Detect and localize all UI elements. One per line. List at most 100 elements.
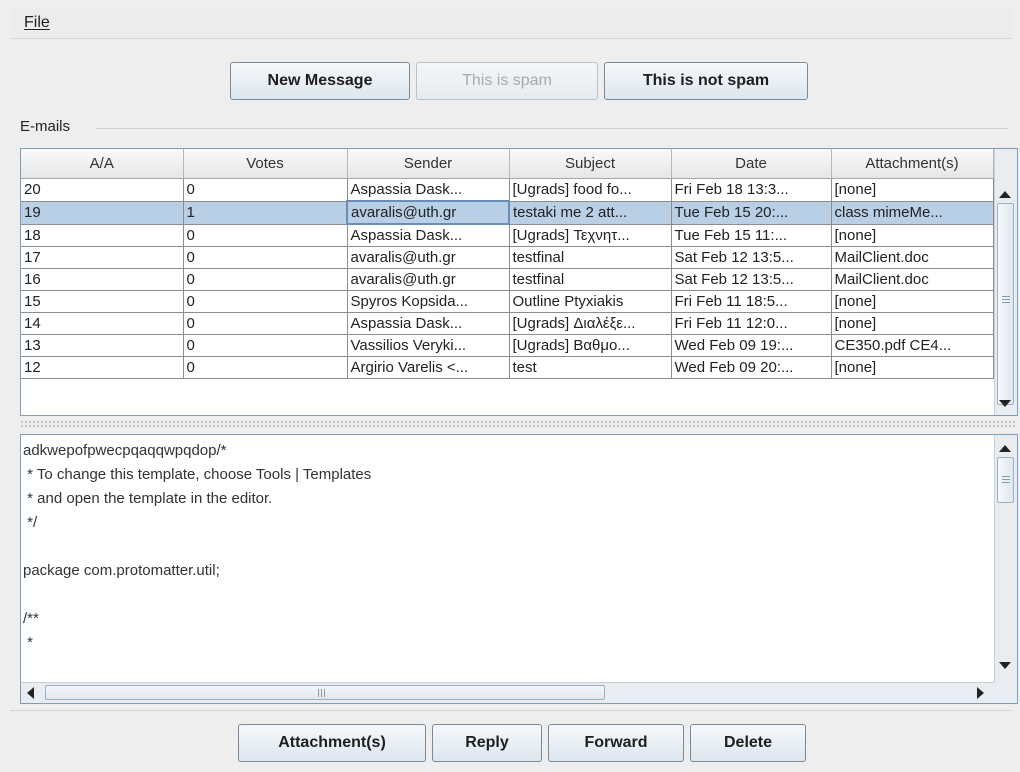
- table-row[interactable]: 18 0 Aspassia Dask... [Ugrads] Τεχνητ...…: [21, 224, 994, 247]
- column-header-attachments[interactable]: Attachment(s): [831, 149, 994, 179]
- body-horizontal-scrollbar[interactable]: [21, 682, 995, 703]
- cell-date: Fri Feb 18 13:3...: [671, 178, 832, 202]
- message-line: *: [23, 634, 34, 651]
- scroll-right-arrow-icon[interactable]: [977, 687, 984, 699]
- message-line: adkwepofpwecpqaqqwpqdop/*: [23, 442, 227, 459]
- message-body-text[interactable]: adkwepofpwecpqaqqwpqdop/* * To change th…: [23, 439, 371, 655]
- cell-sender: Spyros Kopsida...: [347, 290, 510, 313]
- cell-aa: 13: [21, 334, 184, 357]
- cell-votes: 0: [183, 268, 348, 291]
- cell-sender: avaralis@uth.gr: [346, 200, 510, 225]
- cell-subject: [Ugrads] food fo...: [509, 178, 672, 202]
- cell-sender: Aspassia Dask...: [347, 224, 510, 247]
- cell-attachments: [none]: [831, 356, 994, 379]
- reply-button[interactable]: Reply: [432, 724, 542, 762]
- scroll-up-arrow-icon[interactable]: [999, 445, 1011, 452]
- cell-aa: 15: [21, 290, 184, 313]
- table-row[interactable]: 15 0 Spyros Kopsida... Outline Ptyxiakis…: [21, 290, 994, 313]
- table-row[interactable]: 20 0 Aspassia Dask... [Ugrads] food fo..…: [21, 178, 994, 202]
- cell-date: Sat Feb 12 13:5...: [671, 246, 832, 269]
- cell-subject: [Ugrads] Διαλέξε...: [509, 312, 672, 335]
- cell-votes: 0: [183, 224, 348, 247]
- cell-sender: avaralis@uth.gr: [347, 246, 510, 269]
- cell-votes: 0: [183, 356, 348, 379]
- cell-votes: 0: [183, 312, 348, 335]
- message-line: * To change this template, choose Tools …: [23, 466, 372, 483]
- scroll-thumb[interactable]: [997, 203, 1014, 405]
- column-header-sender[interactable]: Sender: [347, 149, 510, 179]
- cell-subject: [Ugrads] Τεχνητ...: [509, 224, 672, 247]
- this-is-spam-button: This is spam: [416, 62, 598, 100]
- cell-votes: 1: [183, 201, 348, 225]
- attachments-button[interactable]: Attachment(s): [238, 724, 426, 762]
- scroll-thumb[interactable]: [997, 457, 1014, 503]
- message-line: [23, 583, 371, 607]
- message-line: */: [23, 514, 38, 531]
- message-line: * and open the template in the editor.: [23, 490, 273, 507]
- scroll-left-arrow-icon[interactable]: [27, 687, 34, 699]
- column-header-votes[interactable]: Votes: [183, 149, 348, 179]
- message-line: [23, 535, 371, 559]
- cell-votes: 0: [183, 178, 348, 202]
- cell-date: Fri Feb 11 18:5...: [671, 290, 832, 313]
- emails-table: A/A Votes Sender Subject Date Attachment…: [21, 149, 994, 379]
- cell-date: Tue Feb 15 11:...: [671, 224, 832, 247]
- cell-subject: test: [509, 356, 672, 379]
- cell-aa: 14: [21, 312, 184, 335]
- table-row-selected[interactable]: 19 1 avaralis@uth.gr testaki me 2 att...…: [21, 200, 994, 225]
- cell-sender: Argirio Varelis <...: [347, 356, 510, 379]
- cell-attachments: [none]: [831, 178, 994, 202]
- cell-votes: 0: [183, 334, 348, 357]
- forward-button[interactable]: Forward: [548, 724, 684, 762]
- this-is-not-spam-button[interactable]: This is not spam: [604, 62, 808, 100]
- scroll-down-arrow-icon[interactable]: [999, 662, 1011, 669]
- column-header-aa[interactable]: A/A: [21, 149, 184, 179]
- delete-button[interactable]: Delete: [690, 724, 806, 762]
- cell-aa: 17: [21, 246, 184, 269]
- table-row[interactable]: 13 0 Vassilios Veryki... [Ugrads] Βαθμο.…: [21, 334, 994, 357]
- cell-subject: testfinal: [509, 268, 672, 291]
- bottom-divider: [10, 710, 1012, 711]
- table-row[interactable]: 12 0 Argirio Varelis <... test Wed Feb 0…: [21, 356, 994, 379]
- cell-sender: Aspassia Dask...: [347, 178, 510, 202]
- cell-subject: testaki me 2 att...: [509, 201, 672, 225]
- emails-table-header: A/A Votes Sender Subject Date Attachment…: [21, 149, 994, 179]
- cell-attachments: CE350.pdf CE4...: [831, 334, 994, 357]
- cell-attachments: [none]: [831, 224, 994, 247]
- cell-aa: 19: [21, 201, 184, 225]
- emails-vertical-scrollbar[interactable]: [994, 149, 1017, 415]
- cell-aa: 20: [21, 178, 184, 202]
- cell-sender: Aspassia Dask...: [347, 312, 510, 335]
- table-row[interactable]: 16 0 avaralis@uth.gr testfinal Sat Feb 1…: [21, 268, 994, 291]
- cell-votes: 0: [183, 290, 348, 313]
- cell-date: Wed Feb 09 19:...: [671, 334, 832, 357]
- table-row[interactable]: 14 0 Aspassia Dask... [Ugrads] Διαλέξε..…: [21, 312, 994, 335]
- cell-subject: Outline Ptyxiakis: [509, 290, 672, 313]
- scroll-corner: [995, 683, 1017, 703]
- cell-subject: testfinal: [509, 246, 672, 269]
- menu-file[interactable]: File: [24, 14, 50, 32]
- column-header-subject[interactable]: Subject: [509, 149, 672, 179]
- cell-attachments: MailClient.doc: [831, 246, 994, 269]
- cell-attachments: MailClient.doc: [831, 268, 994, 291]
- split-pane-divider[interactable]: [20, 420, 1016, 428]
- menu-bar: File: [10, 8, 1012, 39]
- table-row[interactable]: 17 0 avaralis@uth.gr testfinal Sat Feb 1…: [21, 246, 994, 269]
- emails-group-label: E-mails: [20, 118, 71, 135]
- column-header-date[interactable]: Date: [671, 149, 832, 179]
- cell-aa: 18: [21, 224, 184, 247]
- scroll-down-arrow-icon[interactable]: [999, 400, 1011, 407]
- cell-date: Sat Feb 12 13:5...: [671, 268, 832, 291]
- emails-table-panel: A/A Votes Sender Subject Date Attachment…: [20, 148, 1018, 416]
- cell-votes: 0: [183, 246, 348, 269]
- scroll-thumb[interactable]: [45, 685, 605, 700]
- cell-attachments: [none]: [831, 290, 994, 313]
- new-message-button[interactable]: New Message: [230, 62, 410, 100]
- cell-subject: [Ugrads] Βαθμο...: [509, 334, 672, 357]
- body-vertical-scrollbar[interactable]: [994, 435, 1017, 683]
- message-body-panel: adkwepofpwecpqaqqwpqdop/* * To change th…: [20, 434, 1018, 704]
- cell-date: Wed Feb 09 20:...: [671, 356, 832, 379]
- cell-attachments: class mimeMe...: [831, 201, 994, 225]
- scroll-up-arrow-icon[interactable]: [999, 191, 1011, 198]
- cell-aa: 16: [21, 268, 184, 291]
